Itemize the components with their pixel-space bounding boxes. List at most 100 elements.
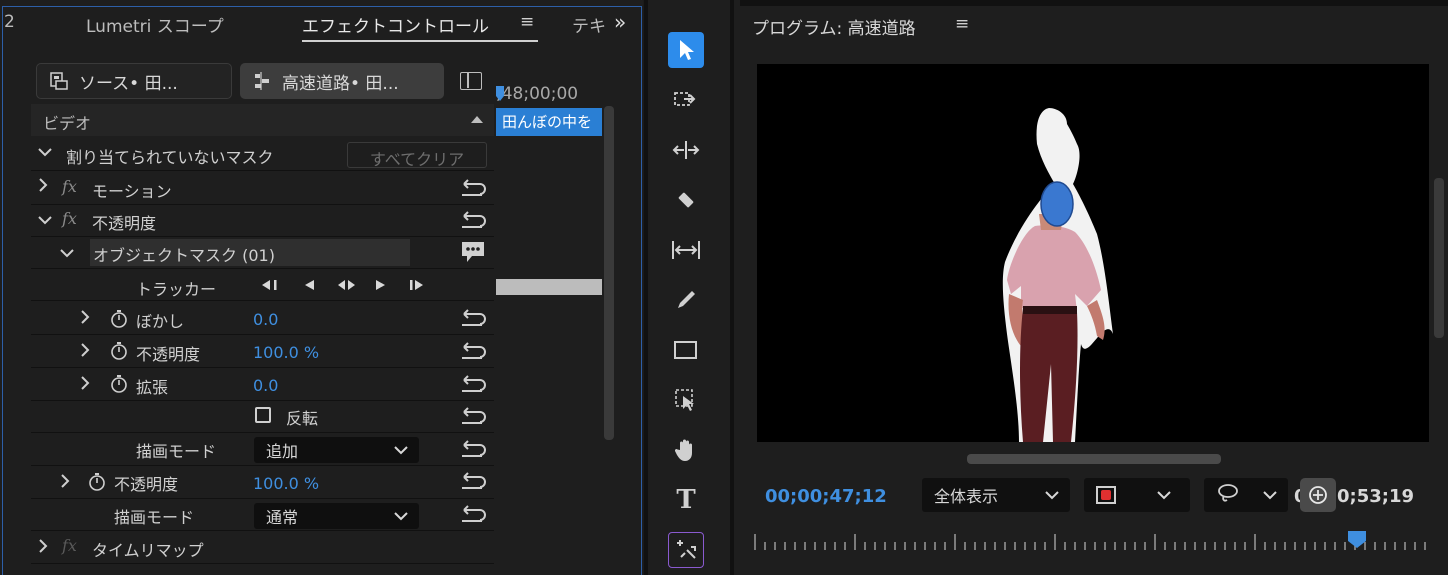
reset-icon[interactable]: [458, 471, 486, 493]
vertical-scrollbar[interactable]: [604, 106, 614, 440]
object-mask-row[interactable]: オブジェクトマスク (01): [90, 239, 410, 266]
hand-tool-icon[interactable]: [668, 432, 704, 468]
chevron-down-icon[interactable]: [38, 145, 52, 161]
reset-icon[interactable]: [458, 406, 486, 428]
playhead-marker[interactable]: [496, 86, 506, 102]
fx-icon[interactable]: fx: [62, 177, 77, 196]
track-backward-icon[interactable]: [300, 276, 320, 294]
video-section-label: ビデオ: [43, 114, 92, 133]
reset-icon[interactable]: [458, 308, 486, 330]
chevron-right-icon[interactable]: [60, 474, 70, 492]
stopwatch-icon[interactable]: [88, 473, 106, 491]
fx-icon[interactable]: fx: [62, 536, 77, 555]
stopwatch-icon[interactable]: [110, 375, 128, 393]
blend-mode-dropdown[interactable]: 通常: [254, 503, 419, 529]
tab-effect-controls[interactable]: エフェクトコントロール: [302, 12, 489, 37]
opacity-label: 不透明度: [114, 475, 179, 494]
lasso-selection-dropdown[interactable]: [1204, 478, 1288, 512]
chevron-right-icon[interactable]: [38, 539, 48, 557]
chevron-right-icon[interactable]: [38, 178, 48, 196]
zoom-level-value: 全体表示: [934, 487, 999, 506]
monitor-vertical-scrollbar[interactable]: [1434, 178, 1444, 338]
selection-tool-icon[interactable]: [668, 32, 704, 68]
reset-icon[interactable]: [458, 341, 486, 363]
reset-icon[interactable]: [458, 210, 486, 232]
lasso-icon: [1216, 483, 1240, 507]
generative-extend-tool-icon[interactable]: [668, 532, 704, 568]
track-forward-icon[interactable]: [372, 276, 392, 294]
panel-overflow-icon[interactable]: »: [614, 10, 626, 34]
blur-value[interactable]: 0.0: [253, 310, 278, 329]
pen-tool-icon[interactable]: [668, 282, 704, 318]
rectangle-tool-icon[interactable]: [668, 332, 704, 368]
expansion-label: 拡張: [136, 378, 169, 397]
chevron-down-icon: [1044, 487, 1060, 506]
mask-opacity-value[interactable]: 100.0 %: [253, 343, 319, 362]
invert-label: 反転: [286, 409, 319, 428]
opacity-effect-label: 不透明度: [92, 214, 157, 233]
track-both-directions-icon[interactable]: [332, 276, 360, 294]
reset-icon[interactable]: [458, 439, 486, 461]
motion-label: モーション: [92, 182, 172, 201]
unassigned-mask-label: 割り当てられていないマスク: [66, 148, 274, 167]
chevron-down-icon[interactable]: [60, 246, 74, 262]
collapse-up-icon[interactable]: [471, 116, 483, 123]
zoom-level-dropdown[interactable]: 全体表示: [922, 478, 1070, 512]
sequence-clip-label: 高速道路• 田...: [282, 73, 399, 94]
mask-opacity-label: 不透明度: [136, 345, 201, 364]
stopwatch-icon[interactable]: [110, 342, 128, 360]
add-marker-button[interactable]: [1300, 478, 1336, 512]
video-preview[interactable]: [757, 64, 1429, 442]
time-remap-label: タイムリマップ: [92, 541, 204, 560]
tab-text[interactable]: テキ: [572, 12, 606, 37]
mask-overlay-dropdown[interactable]: [1084, 478, 1190, 512]
program-menu-icon[interactable]: ≡: [955, 14, 969, 34]
mask-blend-mode-dropdown[interactable]: 追加: [254, 437, 419, 463]
record-icon: [1096, 486, 1116, 504]
blend-mode-label: 描画モード: [114, 508, 195, 527]
mask-track-bar: [496, 279, 602, 295]
track-backward-one-frame-icon[interactable]: [260, 276, 282, 294]
source-clip-icon: [49, 71, 69, 91]
sequence-clip-button[interactable]: 高速道路• 田...: [240, 63, 444, 99]
source-clip-label: ソース• 田...: [79, 73, 178, 94]
toggle-timeline-icon[interactable]: [460, 72, 482, 90]
fx-icon[interactable]: fx: [62, 209, 77, 228]
reset-icon[interactable]: [458, 178, 486, 200]
stopwatch-icon[interactable]: [110, 310, 128, 328]
comment-icon[interactable]: [460, 240, 486, 264]
slip-tool-icon[interactable]: [668, 232, 704, 268]
source-clip-button[interactable]: ソース• 田...: [36, 63, 232, 99]
chevron-right-icon[interactable]: [80, 310, 90, 328]
program-monitor-title[interactable]: プログラム: 高速道路: [752, 14, 916, 39]
track-select-tool-icon[interactable]: [668, 82, 704, 118]
type-tool-icon[interactable]: T: [668, 482, 704, 518]
current-timecode[interactable]: 00;00;47;12: [765, 486, 887, 507]
expansion-value[interactable]: 0.0: [253, 376, 278, 395]
monitor-horizontal-scrollbar[interactable]: [967, 454, 1221, 464]
blur-label: ぼかし: [136, 312, 185, 331]
clear-all-button[interactable]: すべてクリア: [347, 142, 487, 169]
chevron-right-icon[interactable]: [80, 343, 90, 361]
selection-rectangle-tool-icon[interactable]: [668, 382, 704, 418]
invert-checkbox[interactable]: [255, 407, 271, 423]
opacity-value[interactable]: 100.0 %: [253, 474, 319, 493]
track-forward-one-frame-icon[interactable]: [404, 276, 430, 294]
blend-mode-label: 描画モード: [136, 442, 217, 461]
timeline-clip[interactable]: 田んぼの中を: [496, 108, 602, 136]
chevron-down-icon[interactable]: [38, 213, 52, 229]
razor-tool-icon[interactable]: [668, 182, 704, 218]
tab-menu-icon[interactable]: ≡: [520, 12, 534, 32]
chevron-right-icon[interactable]: [80, 376, 90, 394]
timeline-timecode: ;48;00;00: [496, 84, 579, 104]
chevron-down-icon: [1156, 487, 1172, 506]
ripple-edit-tool-icon[interactable]: [668, 132, 704, 168]
reset-icon[interactable]: [458, 374, 486, 396]
video-section-header[interactable]: ビデオ: [31, 104, 494, 136]
playhead-marker[interactable]: [1348, 531, 1366, 549]
panel-number: 2: [4, 12, 15, 32]
duration-timecode: 0;53;19: [1337, 486, 1415, 507]
reset-icon[interactable]: [458, 504, 486, 526]
time-ruler[interactable]: [752, 528, 1442, 554]
tab-lumetri-scopes[interactable]: Lumetri スコープ: [86, 12, 224, 37]
